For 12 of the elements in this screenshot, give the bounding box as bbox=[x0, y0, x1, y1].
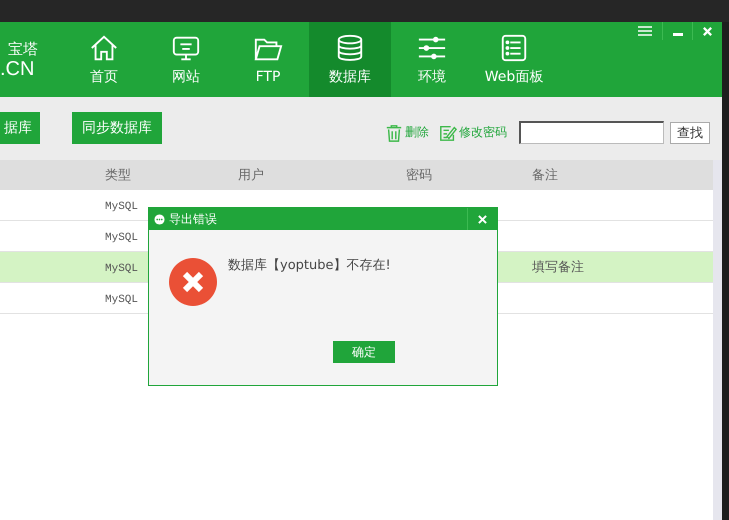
table-cell: MySQL bbox=[105, 232, 138, 244]
column-header: 备注 bbox=[532, 167, 558, 184]
column-header: 类型 bbox=[105, 167, 132, 184]
column-header: 密码 bbox=[406, 167, 433, 184]
logo-text: 宝塔 bbox=[8, 40, 39, 58]
error-message: 数据库【yoptube】不存在! bbox=[228, 257, 391, 274]
column-header: 用户 bbox=[238, 167, 265, 184]
table-cell-text: 填写备注 bbox=[532, 259, 584, 276]
logo-text: .CN bbox=[0, 58, 36, 80]
table-cell: MySQL bbox=[105, 294, 138, 306]
table-cell: MySQL bbox=[105, 200, 138, 212]
table-cell: MySQL bbox=[105, 262, 138, 274]
